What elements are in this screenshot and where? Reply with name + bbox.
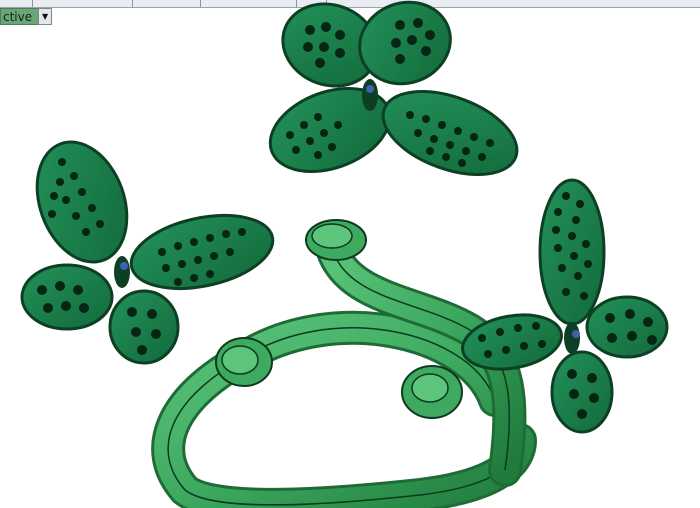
3d-model-viewport[interactable]	[0, 0, 700, 508]
butterfly-left	[20, 140, 275, 365]
ring-end-cap	[305, 219, 367, 261]
ring-end-cap	[401, 365, 463, 419]
butterfly-top	[268, 0, 519, 176]
ring-end-cap	[215, 337, 273, 387]
